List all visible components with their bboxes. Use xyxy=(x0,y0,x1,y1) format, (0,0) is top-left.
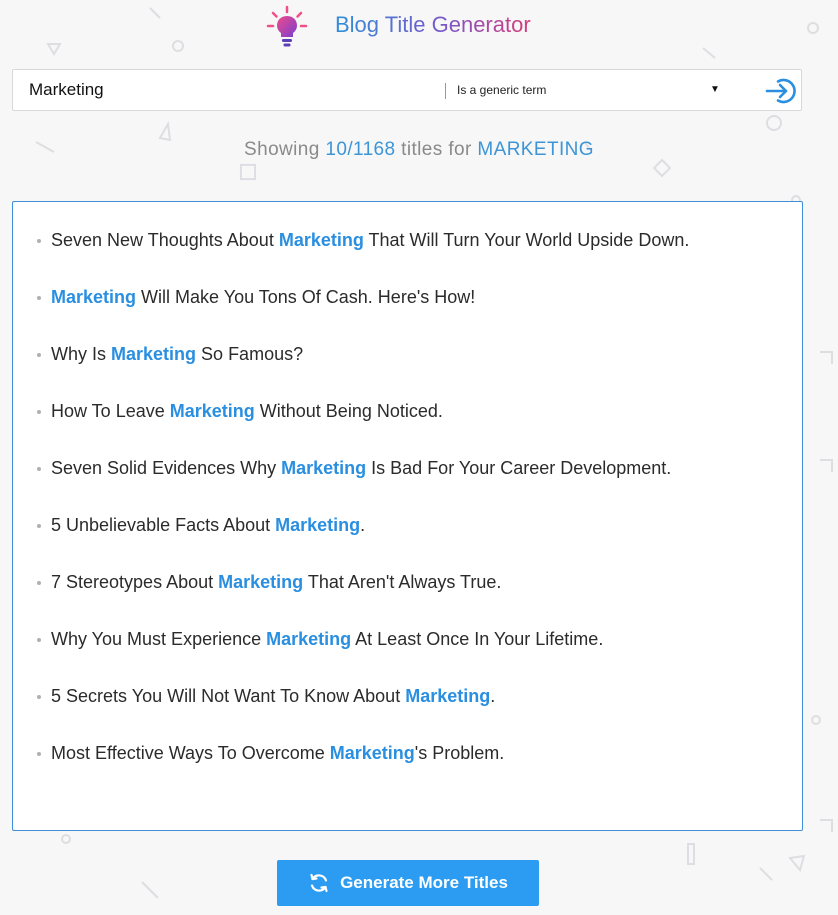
title-item: Seven Solid Evidences Why Marketing Is B… xyxy=(35,454,689,511)
title-item: How To Leave Marketing Without Being Not… xyxy=(35,397,689,454)
title-text: Without Being Noticed. xyxy=(254,401,443,421)
title-item: Why You Must Experience Marketing At Lea… xyxy=(35,625,689,682)
submit-button[interactable] xyxy=(765,74,799,108)
search-input[interactable] xyxy=(13,70,423,110)
title-text: Most Effective Ways To Overcome xyxy=(51,743,330,763)
generate-more-button[interactable]: Generate More Titles xyxy=(277,860,539,906)
title-text: . xyxy=(490,686,496,706)
title-keyword: Marketing xyxy=(329,743,415,763)
term-type-select[interactable]: Is a generic term ▼ xyxy=(457,70,747,110)
title-item: Seven New Thoughts About Marketing That … xyxy=(35,226,689,283)
title-text: 7 Stereotypes About xyxy=(51,572,219,592)
title-text: 5 Unbelievable Facts About xyxy=(51,515,276,535)
title-keyword: Marketing xyxy=(405,686,491,706)
title-keyword: Marketing xyxy=(281,458,367,478)
results-summary: Showing 10/1168 titles for MARKETING xyxy=(0,139,838,161)
title-item: Marketing Will Make You Tons Of Cash. He… xyxy=(35,283,689,340)
title-text: . xyxy=(360,515,366,535)
term-type-selected: Is a generic term xyxy=(457,83,547,97)
search-bar: Is a generic term ▼ xyxy=(12,69,802,111)
summary-middle: titles for xyxy=(395,139,478,160)
title-text: At Least Once In Your Lifetime. xyxy=(351,629,604,649)
title-item: 7 Stereotypes About Marketing That Aren'… xyxy=(35,568,689,625)
title-text: Seven Solid Evidences Why xyxy=(51,458,282,478)
app-title: Blog Title Generator xyxy=(335,12,531,37)
summary-keyword: MARKETING xyxy=(477,139,594,160)
title-text: Will Make You Tons Of Cash. Here's How! xyxy=(136,287,476,307)
arrow-enter-icon xyxy=(765,78,796,104)
title-text: 's Problem. xyxy=(414,743,505,763)
title-keyword: Marketing xyxy=(266,629,352,649)
title-item: Why Is Marketing So Famous? xyxy=(35,340,689,397)
title-keyword: Marketing xyxy=(275,515,361,535)
title-item: Most Effective Ways To Overcome Marketin… xyxy=(35,739,689,796)
title-text: Seven New Thoughts About xyxy=(51,230,279,250)
title-keyword: Marketing xyxy=(218,572,304,592)
results-panel: Seven New Thoughts About Marketing That … xyxy=(12,201,803,831)
header: Blog Title Generator xyxy=(0,0,838,52)
title-text: That Aren't Always True. xyxy=(303,572,502,592)
title-item: 5 Unbelievable Facts About Marketing. xyxy=(35,511,689,568)
generate-more-label: Generate More Titles xyxy=(340,873,508,892)
title-text: Is Bad For Your Career Development. xyxy=(366,458,672,478)
title-keyword: Marketing xyxy=(51,287,137,307)
refresh-icon xyxy=(310,873,328,893)
title-item: 5 Secrets You Will Not Want To Know Abou… xyxy=(35,682,689,739)
title-text: 5 Secrets You Will Not Want To Know Abou… xyxy=(51,686,406,706)
caret-down-icon: ▼ xyxy=(710,84,720,95)
title-list: Seven New Thoughts About Marketing That … xyxy=(35,226,689,796)
title-text: Why You Must Experience xyxy=(51,629,267,649)
title-text: That Will Turn Your World Upside Down. xyxy=(363,230,690,250)
title-text: Why Is xyxy=(51,344,112,364)
title-keyword: Marketing xyxy=(169,401,255,421)
title-text: So Famous? xyxy=(196,344,304,364)
results-count: 10/1168 xyxy=(325,139,396,160)
title-keyword: Marketing xyxy=(111,344,197,364)
search-divider xyxy=(445,83,446,99)
summary-prefix: Showing xyxy=(244,139,326,160)
title-keyword: Marketing xyxy=(278,230,364,250)
lightbulb-icon xyxy=(266,5,308,47)
title-text: How To Leave xyxy=(51,401,170,421)
